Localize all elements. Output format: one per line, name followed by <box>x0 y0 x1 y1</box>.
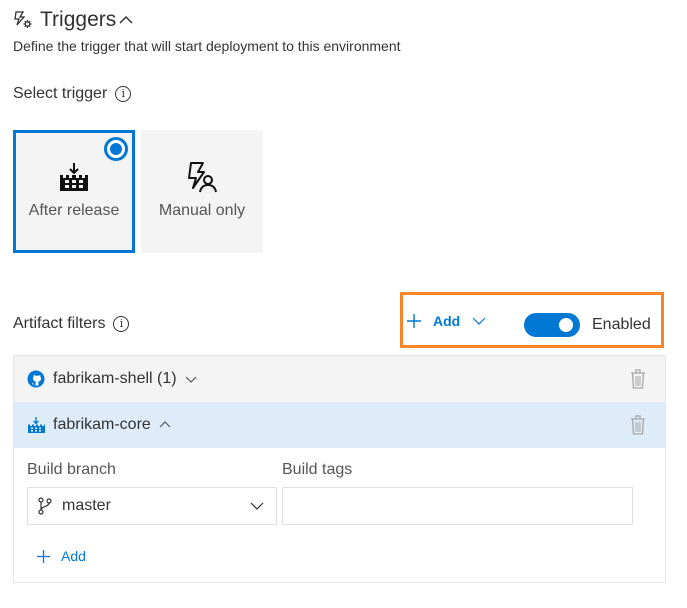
triggers-icon <box>14 11 32 28</box>
artifact-filters-text: Artifact filters <box>13 315 106 332</box>
build-icon <box>28 417 45 433</box>
plus-icon <box>37 549 50 563</box>
info-icon[interactable]: i <box>113 316 130 332</box>
select-trigger-label: Select trigger i <box>13 85 132 103</box>
enabled-toggle[interactable] <box>524 313 580 337</box>
add-filter-button[interactable]: Add <box>406 313 486 329</box>
add-filter-label: Add <box>433 313 461 329</box>
select-trigger-text: Select trigger <box>13 85 108 102</box>
artifact-filters-label: Artifact filters i <box>13 315 130 333</box>
radio-selected-icon <box>104 137 128 161</box>
build-branch-value: master <box>62 497 111 514</box>
chevron-down-icon <box>250 502 264 510</box>
add-branch-filter-button[interactable]: Add <box>36 548 86 564</box>
build-tags-input[interactable] <box>282 487 633 525</box>
artifact-filter-panel: fabrikam-shell (1) fabrikam-core Build b… <box>13 355 666 583</box>
artifact-name-text: fabrikam-shell <box>53 370 153 387</box>
section-title: Triggers <box>40 8 117 31</box>
info-icon[interactable]: i <box>115 86 132 102</box>
build-branch-select[interactable]: master <box>27 487 277 525</box>
add-label: Add <box>61 548 86 564</box>
chevron-up-icon[interactable] <box>118 13 134 25</box>
build-branch-label: Build branch <box>27 461 116 478</box>
lightning-person-icon <box>188 162 217 193</box>
artifact-row-fabrikam-core[interactable]: fabrikam-core <box>14 402 665 448</box>
artifact-name: fabrikam-core <box>53 416 151 433</box>
trigger-option-after-release[interactable]: After release <box>13 130 135 253</box>
chevron-up-icon[interactable] <box>159 420 171 430</box>
trash-icon[interactable] <box>629 368 647 390</box>
section-description: Define the trigger that will start deplo… <box>13 38 401 54</box>
plus-icon <box>407 314 421 328</box>
chevron-down-icon <box>472 317 486 325</box>
artifact-count: (1) <box>157 370 177 387</box>
github-icon <box>27 370 45 388</box>
trigger-option-label: After release <box>28 202 120 219</box>
trigger-option-manual-only[interactable]: Manual only <box>141 130 263 253</box>
build-tags-label: Build tags <box>282 461 353 478</box>
trigger-option-label: Manual only <box>158 202 246 219</box>
chevron-down-icon[interactable] <box>185 374 197 384</box>
branch-icon <box>38 497 52 515</box>
artifact-name: fabrikam-shell (1) <box>53 370 177 388</box>
toggle-label: Enabled <box>592 316 651 333</box>
trash-icon[interactable] <box>629 414 647 436</box>
build-release-icon <box>60 163 88 191</box>
artifact-row-fabrikam-shell[interactable]: fabrikam-shell (1) <box>14 356 665 402</box>
